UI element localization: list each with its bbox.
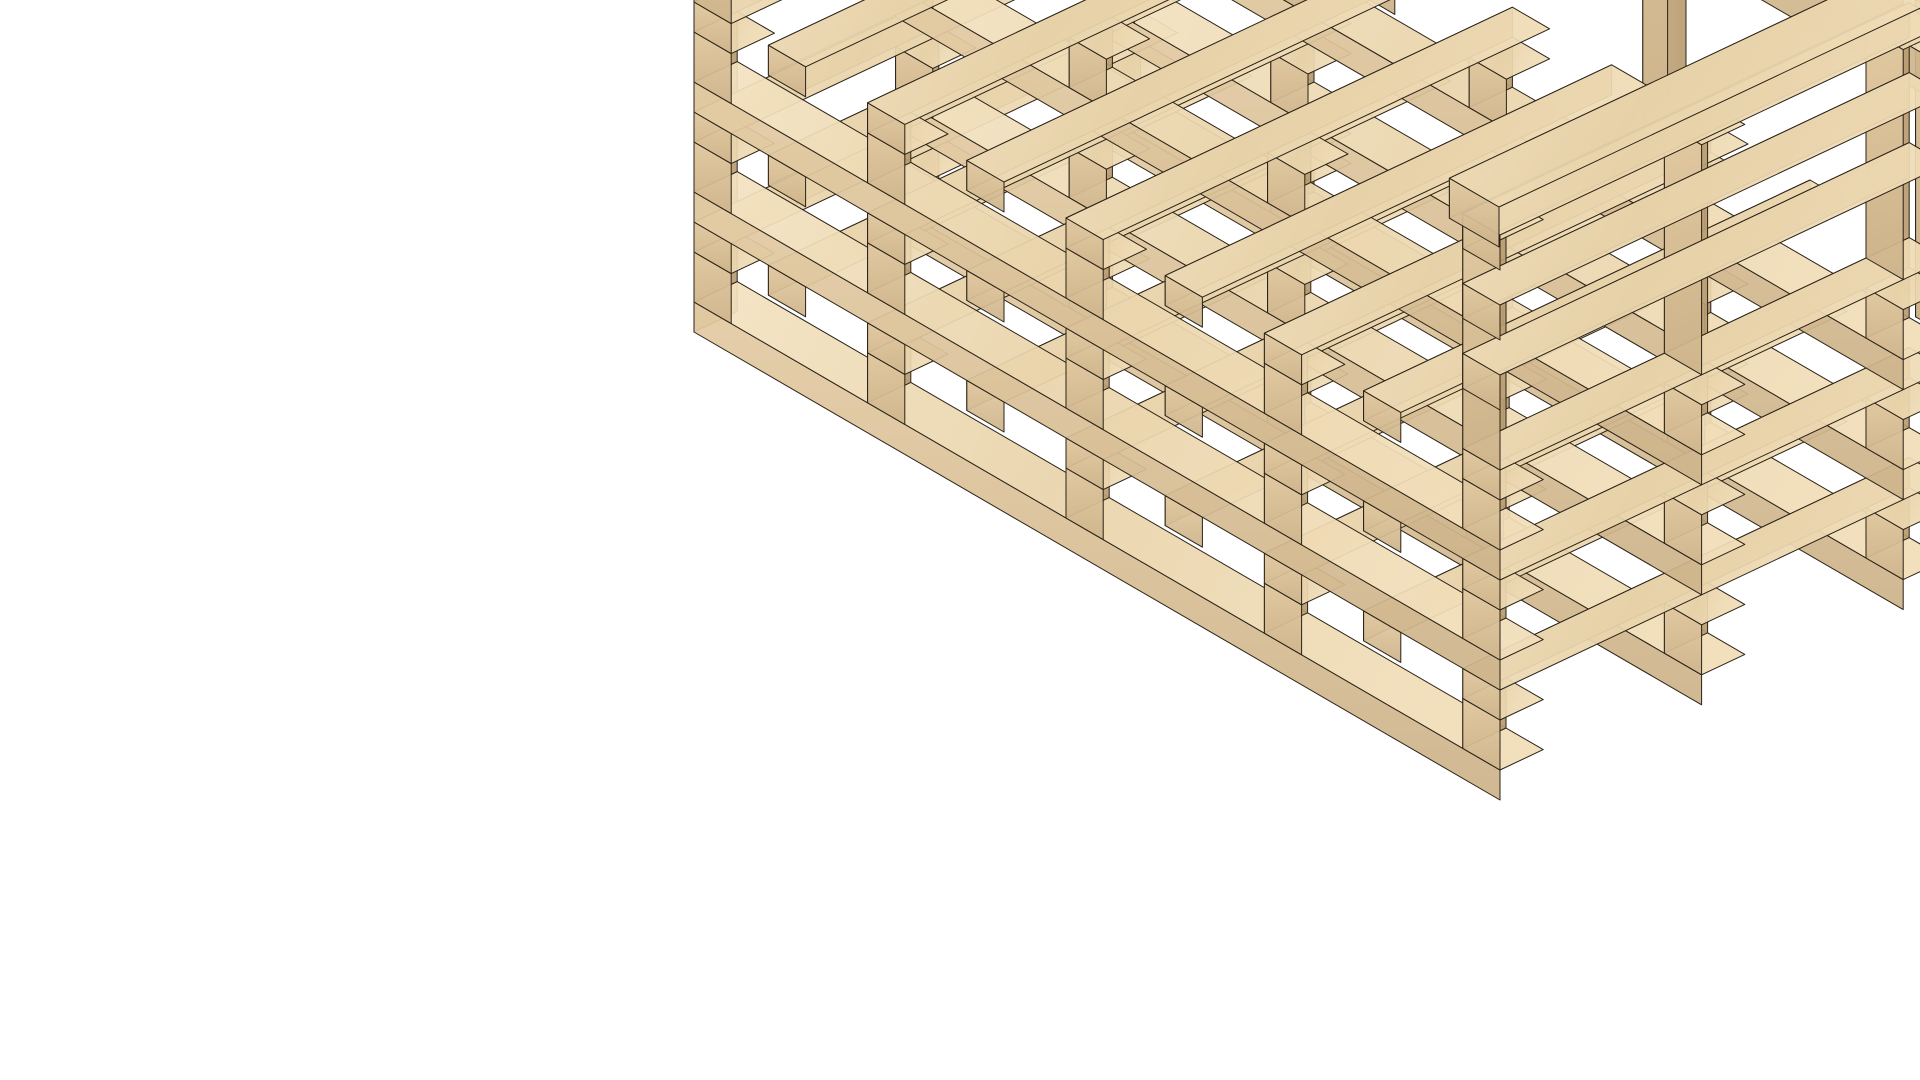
render-viewport: [0, 0, 1920, 1080]
pallet-sofa-model: [693, 0, 1920, 801]
board-group: [693, 0, 1920, 801]
